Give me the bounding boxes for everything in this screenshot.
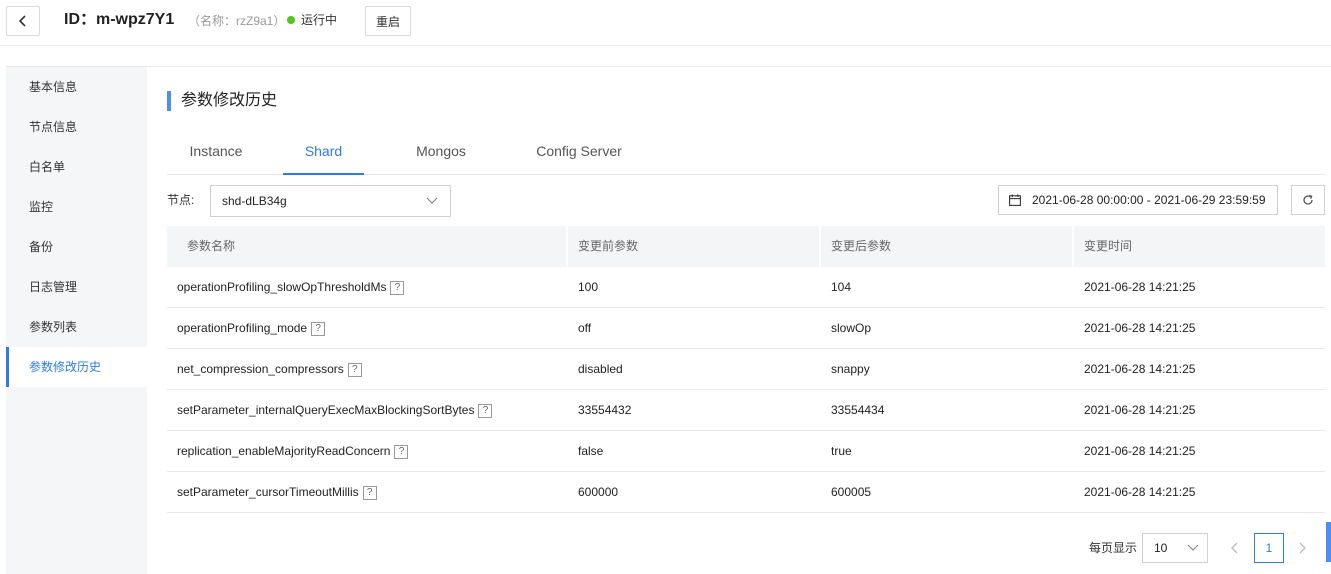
instance-alias: （名称：rzZ9a1） <box>188 14 286 28</box>
node-select-value: shd-dLB34g <box>222 194 287 208</box>
prev-page-icon[interactable] <box>1226 540 1244 556</box>
tab-instance[interactable]: Instance <box>167 132 265 175</box>
tab-shard[interactable]: Shard <box>283 132 364 175</box>
chevron-left-icon <box>18 15 26 27</box>
page-size-select[interactable]: 10 <box>1142 533 1208 563</box>
help-icon[interactable]: ? <box>347 362 362 377</box>
param-after: 600005 <box>831 485 872 499</box>
param-name: replication_enableMajorityReadConcern <box>177 444 391 458</box>
change-time: 2021-06-28 14:21:25 <box>1084 362 1196 376</box>
chevron-down-icon <box>426 197 438 204</box>
refresh-button[interactable] <box>1291 185 1325 215</box>
change-time: 2021-06-28 14:21:25 <box>1084 403 1196 417</box>
param-before: disabled <box>578 362 623 376</box>
node-select[interactable]: shd-dLB34g <box>210 185 451 217</box>
param-after: 104 <box>831 280 852 294</box>
table-row: operationProfiling_mode? off slowOp 2021… <box>167 308 1325 349</box>
change-time: 2021-06-28 14:21:25 <box>1084 444 1196 458</box>
sidebar-item-basic-info[interactable]: 基本信息 <box>6 67 147 107</box>
sidebar-item-parameter-list[interactable]: 参数列表 <box>6 307 147 347</box>
status-dot-icon <box>287 16 295 24</box>
refresh-icon <box>1303 194 1313 205</box>
help-icon[interactable]: ? <box>478 403 493 418</box>
sidebar-item-whitelist[interactable]: 白名单 <box>6 147 147 187</box>
param-after: slowOp <box>831 321 872 335</box>
param-after: true <box>831 444 852 458</box>
calendar-icon <box>1009 194 1021 206</box>
help-icon[interactable]: ? <box>394 444 409 459</box>
page-number-button[interactable]: 1 <box>1254 533 1284 563</box>
scrollbar-thumb[interactable] <box>1326 522 1331 562</box>
change-time: 2021-06-28 14:21:25 <box>1084 485 1196 499</box>
param-before: false <box>578 444 604 458</box>
column-header-after: 变更后参数 <box>821 226 1074 267</box>
restart-button[interactable]: 重启 <box>365 6 411 36</box>
param-name: operationProfiling_mode <box>177 321 308 335</box>
chevron-down-icon <box>1187 544 1199 551</box>
status-text: 运行中 <box>301 13 338 27</box>
header-bar: ID：m-wpz7Y1 （名称：rzZ9a1） 运行中 重启 <box>0 0 1331 46</box>
sidebar: 基本信息 节点信息 白名单 监控 备份 日志管理 参数列表 参数修改历史 <box>6 67 147 574</box>
table-row: setParameter_cursorTimeoutMillis? 600000… <box>167 472 1325 513</box>
help-icon[interactable]: ? <box>390 280 405 295</box>
parameter-history-table: 参数名称 变更前参数 变更后参数 变更时间 operationProfiling… <box>167 226 1325 513</box>
sidebar-item-log-management[interactable]: 日志管理 <box>6 267 147 307</box>
next-page-icon[interactable] <box>1293 540 1311 556</box>
param-after: 33554434 <box>831 403 885 417</box>
help-icon[interactable]: ? <box>362 485 377 500</box>
change-time: 2021-06-28 14:21:25 <box>1084 280 1196 294</box>
table-row: replication_enableMajorityReadConcern? f… <box>167 431 1325 472</box>
param-name: setParameter_cursorTimeoutMillis <box>177 485 359 499</box>
instance-id-title: ID：m-wpz7Y1 <box>64 11 175 28</box>
param-after: snappy <box>831 362 870 376</box>
table-row: net_compression_compressors? disabled sn… <box>167 349 1325 390</box>
param-name: net_compression_compressors <box>177 362 344 376</box>
param-before: off <box>578 321 592 335</box>
param-name: setParameter_internalQueryExecMaxBlockin… <box>177 403 475 417</box>
page-size-value: 10 <box>1154 541 1168 555</box>
table-header: 参数名称 变更前参数 变更后参数 变更时间 <box>167 226 1325 267</box>
param-before: 33554432 <box>578 403 632 417</box>
param-before: 100 <box>578 280 599 294</box>
param-name: operationProfiling_slowOpThresholdMs <box>177 280 387 294</box>
date-range-value: 2021-06-28 00:00:00 - 2021-06-29 23:59:5… <box>1032 193 1266 207</box>
column-header-before: 变更前参数 <box>568 226 821 267</box>
sidebar-item-parameter-history[interactable]: 参数修改历史 <box>6 347 147 387</box>
column-header-param-name: 参数名称 <box>167 226 568 267</box>
divider <box>6 66 1331 67</box>
back-button[interactable] <box>6 6 40 36</box>
help-icon[interactable]: ? <box>311 321 326 336</box>
tab-mongos[interactable]: Mongos <box>398 132 484 175</box>
param-before: 600000 <box>578 485 619 499</box>
tab-config-server[interactable]: Config Server <box>518 132 640 175</box>
sidebar-item-backup[interactable]: 备份 <box>6 227 147 267</box>
page-size-label: 每页显示 <box>1089 541 1138 555</box>
sidebar-item-node-info[interactable]: 节点信息 <box>6 107 147 147</box>
table-row: operationProfiling_slowOpThresholdMs? 10… <box>167 267 1325 308</box>
sidebar-item-monitoring[interactable]: 监控 <box>6 187 147 227</box>
page-title: 参数修改历史 <box>167 91 277 111</box>
date-range-picker[interactable]: 2021-06-28 00:00:00 - 2021-06-29 23:59:5… <box>998 185 1278 215</box>
tab-bar: Instance Shard Mongos Config Server <box>167 132 1325 175</box>
status-badge: 运行中 <box>287 12 337 28</box>
column-header-time: 变更时间 <box>1084 239 1133 253</box>
node-label: 节点: <box>167 193 195 207</box>
table-row: setParameter_internalQueryExecMaxBlockin… <box>167 390 1325 431</box>
change-time: 2021-06-28 14:21:25 <box>1084 321 1196 335</box>
